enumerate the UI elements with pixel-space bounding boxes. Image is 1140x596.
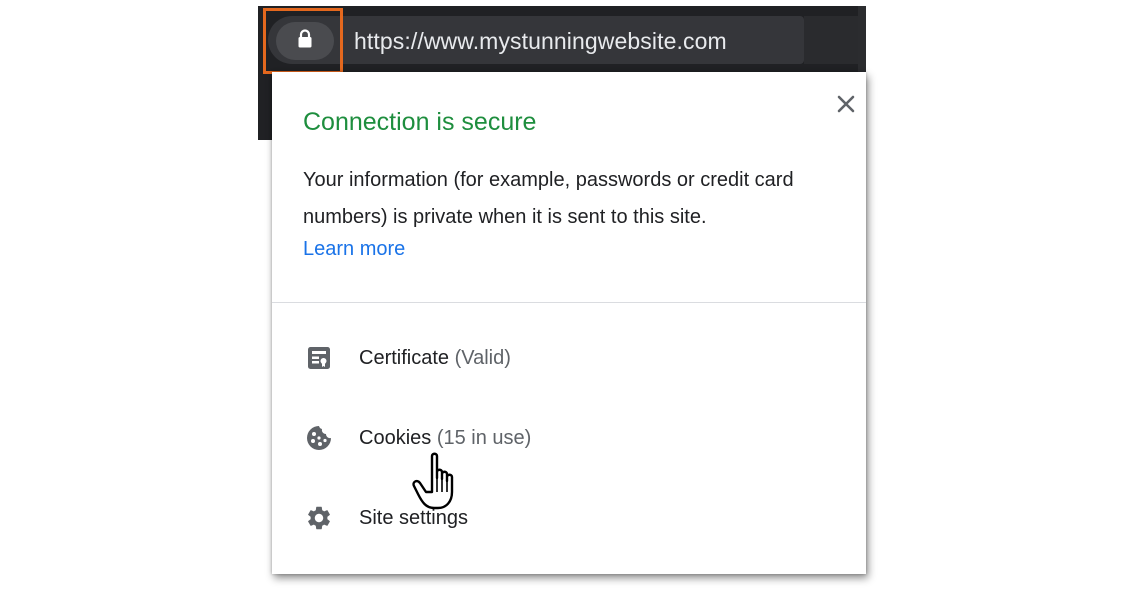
connection-status-title: Connection is secure bbox=[303, 108, 537, 136]
divider bbox=[272, 302, 866, 303]
highlight-annotation bbox=[263, 8, 343, 74]
site-settings-item[interactable]: Site settings bbox=[272, 488, 866, 548]
address-bar-end bbox=[804, 16, 858, 64]
certificate-icon bbox=[305, 344, 333, 372]
cookies-label-text: Cookies bbox=[359, 426, 432, 449]
certificate-status: (Valid) bbox=[454, 346, 511, 369]
site-info-popup: Connection is secure Your information (f… bbox=[272, 72, 866, 574]
url-text[interactable]: https://www.mystunningwebsite.com bbox=[354, 22, 727, 60]
gear-icon bbox=[305, 504, 333, 532]
cookies-count: (15 in use) bbox=[436, 426, 532, 449]
cookies-item[interactable]: Cookies (15 in use) bbox=[272, 408, 866, 468]
learn-more-link[interactable]: Learn more bbox=[303, 238, 405, 261]
cookies-label: Cookies (15 in use) bbox=[359, 427, 531, 450]
close-icon bbox=[836, 94, 856, 118]
site-settings-label: Site settings bbox=[359, 506, 468, 529]
cookie-icon bbox=[305, 424, 333, 452]
certificate-item[interactable]: Certificate (Valid) bbox=[272, 328, 866, 388]
connection-description: Your information (for example, passwords… bbox=[303, 169, 794, 228]
close-button[interactable] bbox=[830, 90, 862, 122]
certificate-label: Certificate (Valid) bbox=[359, 347, 511, 370]
screenshot-stage: https://www.mystunningwebsite.com Connec… bbox=[0, 0, 1140, 596]
certificate-label-text: Certificate bbox=[359, 346, 450, 369]
